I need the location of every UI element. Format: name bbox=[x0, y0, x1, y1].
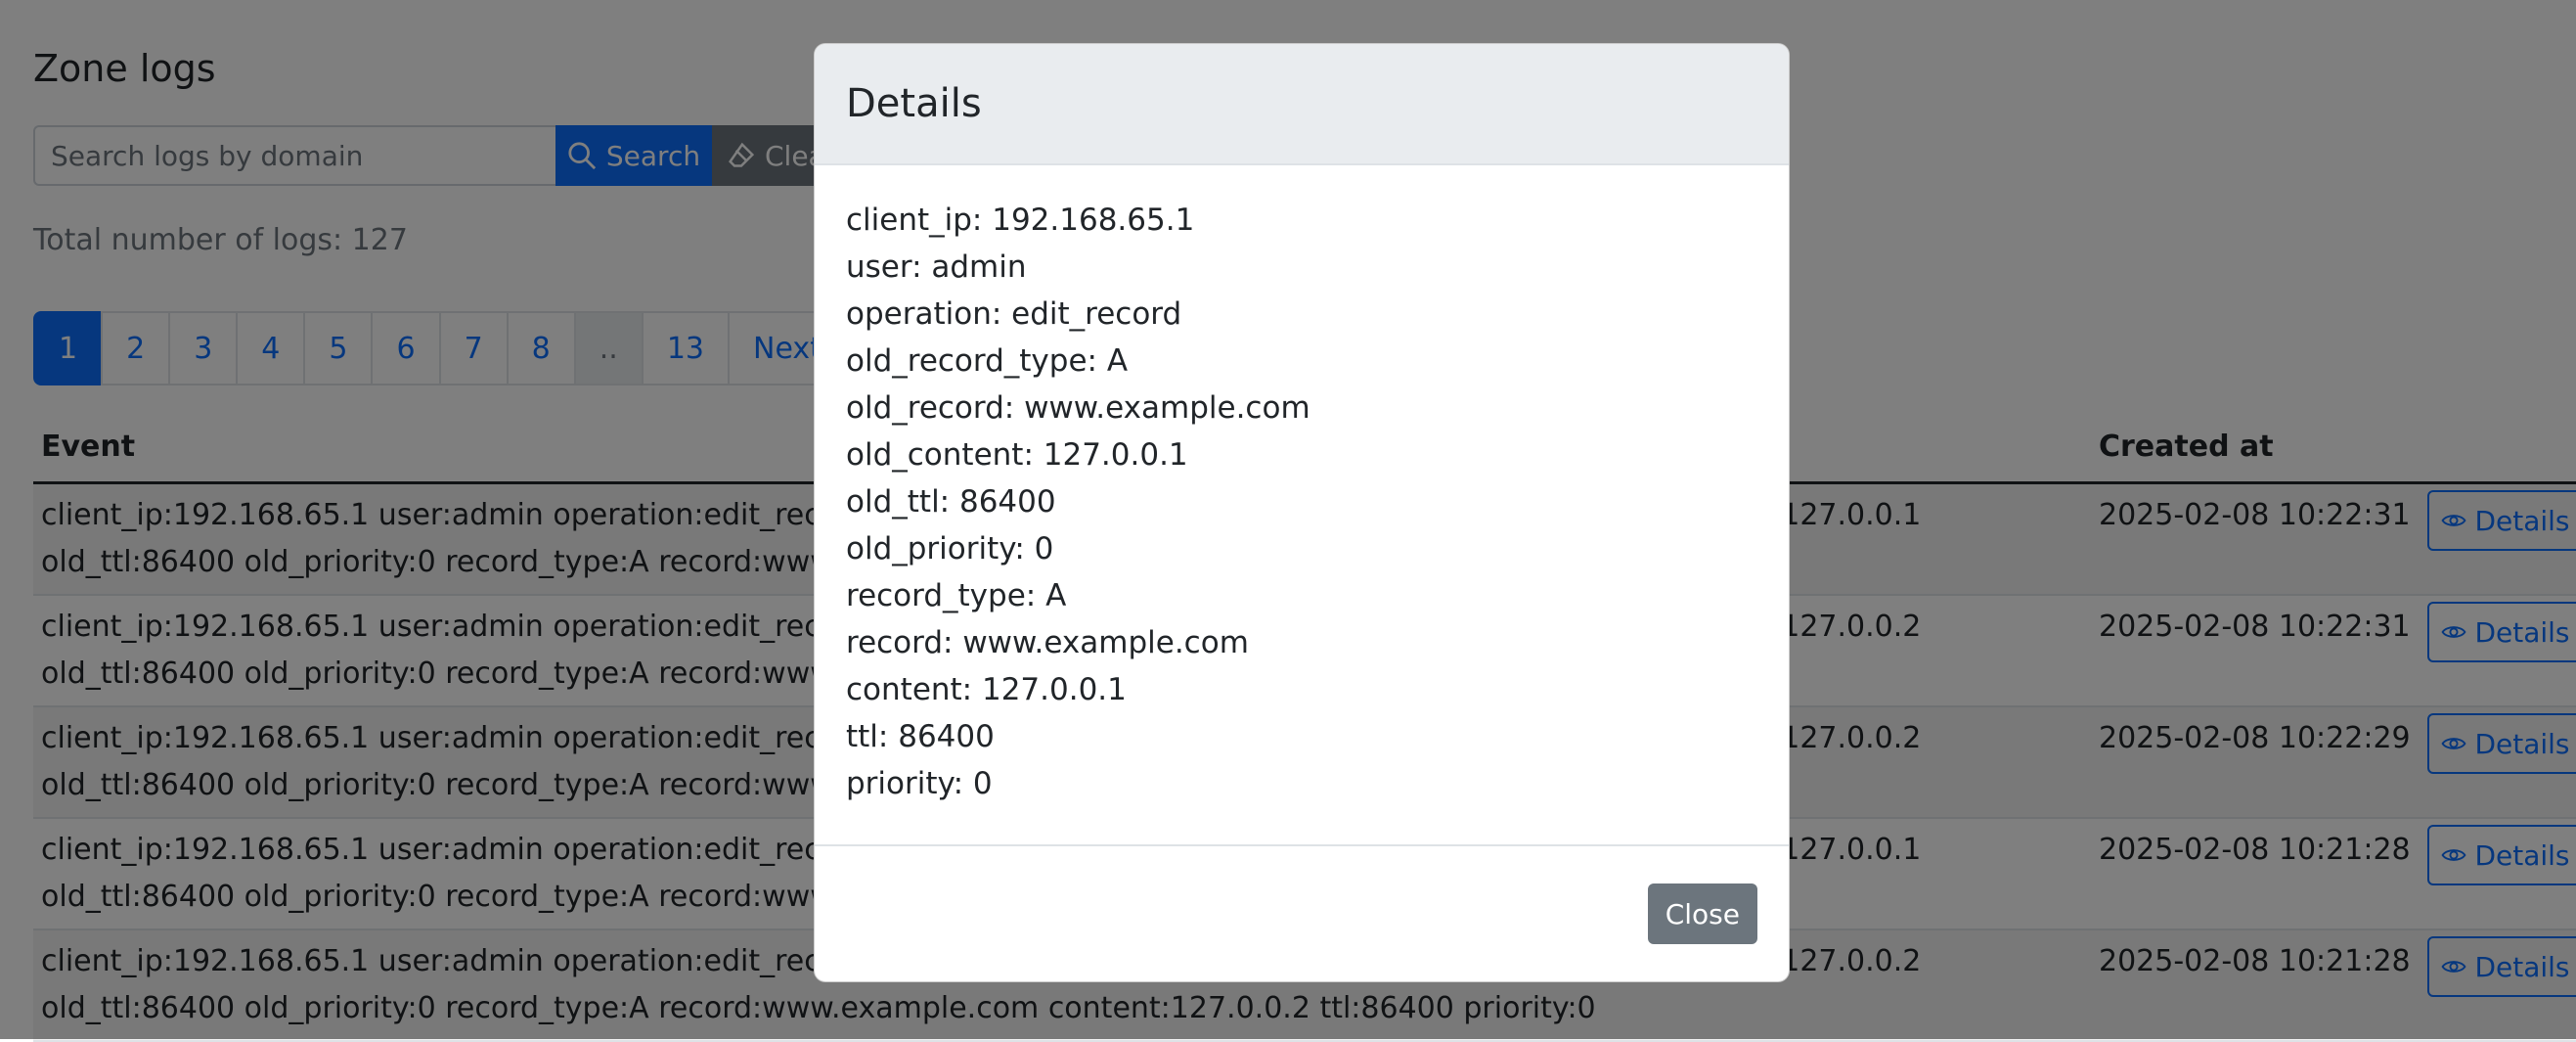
detail-record-type: record_type: A bbox=[846, 578, 1067, 613]
modal-header: Details bbox=[815, 44, 1789, 165]
detail-ttl: ttl: 86400 bbox=[846, 719, 995, 754]
detail-record: record: www.example.com bbox=[846, 625, 1249, 660]
detail-old-ttl: old_ttl: 86400 bbox=[846, 484, 1056, 520]
detail-old-priority: old_priority: 0 bbox=[846, 531, 1054, 566]
detail-old-record: old_record: www.example.com bbox=[846, 390, 1310, 426]
detail-client-ip: client_ip: 192.168.65.1 bbox=[846, 203, 1195, 238]
modal-footer: Close bbox=[815, 844, 1789, 981]
detail-operation: operation: edit_record bbox=[846, 296, 1182, 332]
detail-priority: priority: 0 bbox=[846, 766, 993, 801]
detail-old-record-type: old_record_type: A bbox=[846, 343, 1129, 379]
close-button[interactable]: Close bbox=[1647, 883, 1757, 944]
details-modal: Details client_ip: 192.168.65.1 user: ad… bbox=[814, 43, 1790, 982]
detail-user: user: admin bbox=[846, 249, 1027, 285]
detail-old-content: old_content: 127.0.0.1 bbox=[846, 437, 1188, 473]
modal-body: client_ip: 192.168.65.1 user: admin oper… bbox=[815, 165, 1789, 840]
modal-title: Details bbox=[846, 81, 982, 126]
detail-content: content: 127.0.0.1 bbox=[846, 672, 1127, 707]
